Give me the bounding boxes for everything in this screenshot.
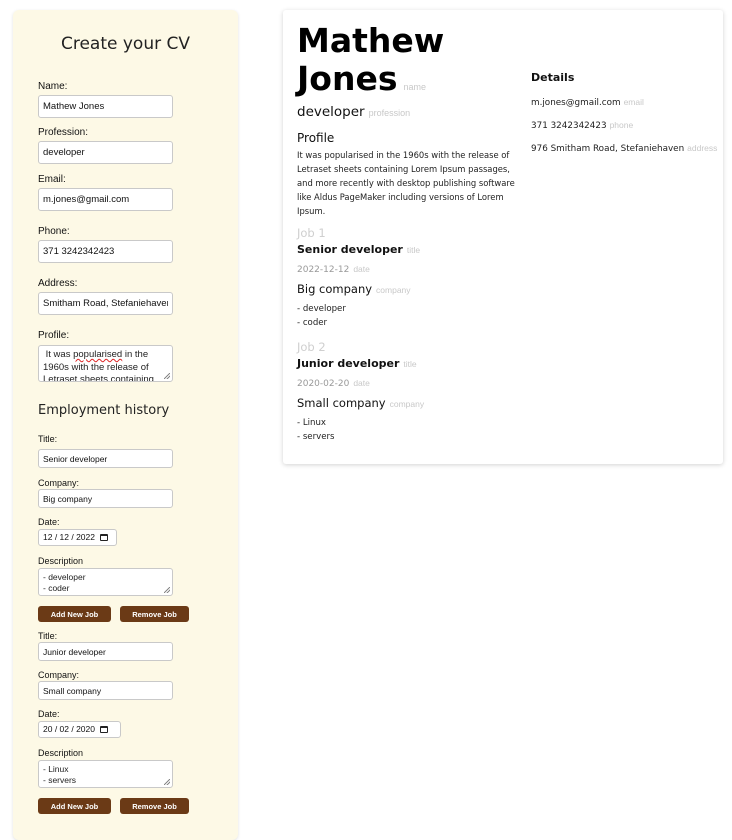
- job2-date-label: Date:: [38, 709, 60, 719]
- name-label: Name:: [38, 81, 68, 92]
- cv-job2-title: Junior developer title: [297, 357, 417, 370]
- job1-company-label: Company:: [38, 478, 80, 488]
- job2-remove-job-button[interactable]: Remove Job: [120, 798, 189, 814]
- cv-address-tag: address: [687, 143, 718, 153]
- cv-job2-company-value: Small company: [297, 396, 386, 410]
- cv-job2-company: Small company company: [297, 396, 424, 410]
- cv-name-last: Jones: [297, 59, 398, 98]
- resize-grip-icon[interactable]: [164, 587, 170, 593]
- name-input[interactable]: [38, 95, 173, 118]
- job1-date-input[interactable]: 12 / 12 / 2022: [38, 529, 117, 546]
- job2-description-textarea[interactable]: - Linux - servers: [38, 760, 173, 788]
- cv-address-value: 976 Smitham Road, Stefaniehaven: [531, 144, 685, 154]
- cv-profession-tag: profession: [368, 108, 411, 118]
- cv-preview: Mathew Jones name developer profession Pro…: [283, 10, 723, 464]
- address-input[interactable]: [38, 292, 173, 315]
- profile-label: Profile:: [38, 330, 70, 341]
- cv-job2-description: - Linux - servers: [297, 418, 335, 442]
- cv-job2-heading: Job 2: [297, 340, 326, 354]
- cv-phone-value: 371 3242342423: [531, 121, 607, 131]
- profession-label: Profession:: [38, 127, 89, 138]
- profile-textarea[interactable]: It was popularised in the 1960s with the…: [38, 345, 173, 382]
- profession-input[interactable]: [38, 141, 173, 164]
- job1-description-label: Description: [38, 556, 84, 566]
- job1-description-textarea[interactable]: - developer - coder: [38, 568, 173, 596]
- cv-phone: 371 3242342423 phone: [531, 120, 633, 131]
- job1-title-label: Title:: [38, 434, 58, 444]
- job1-title-input[interactable]: [38, 449, 173, 468]
- calendar-icon[interactable]: [100, 534, 108, 541]
- job2-add-new-job-button[interactable]: Add New Job: [38, 798, 111, 814]
- email-label: Email:: [38, 174, 66, 185]
- cv-profile-text: It was popularised in the 1960s with the…: [297, 150, 515, 216]
- profile-text-misspelled: popularised: [73, 349, 123, 360]
- cv-phone-tag: phone: [609, 120, 634, 130]
- cv-profession-value: developer: [297, 104, 365, 120]
- job1-description-text: - developer - coder: [43, 572, 86, 593]
- resize-grip-icon[interactable]: [164, 373, 170, 379]
- form-title: Create your CV: [60, 34, 191, 54]
- job1-add-new-job-button[interactable]: Add New Job: [38, 606, 111, 622]
- cv-job1-title-tag: title: [406, 245, 421, 255]
- cv-email: m.jones@gmail.com email: [531, 97, 644, 108]
- profile-text-pre: It was: [43, 349, 74, 360]
- cv-profile-heading: Profile: [297, 131, 335, 145]
- cv-job2-date: 2020-02-20 date: [297, 378, 370, 389]
- calendar-icon[interactable]: [100, 726, 108, 733]
- cv-job1-company-tag: company: [376, 285, 411, 295]
- cv-job1-title: Senior developer title: [297, 243, 420, 256]
- cv-name-first: Mathew: [297, 21, 445, 60]
- cv-address: 976 Smitham Road, Stefaniehaven address: [531, 143, 717, 154]
- resize-grip-icon[interactable]: [164, 779, 170, 785]
- cv-job2-title-tag: title: [403, 359, 417, 369]
- cv-name: Mathew Jones name: [297, 22, 517, 106]
- cv-details-heading: Details: [531, 71, 575, 84]
- phone-label: Phone:: [38, 226, 70, 237]
- job1-company-input[interactable]: [38, 489, 173, 508]
- job2-date-input[interactable]: 20 / 02 / 2020: [38, 721, 121, 738]
- cv-job1-company-value: Big company: [297, 282, 373, 296]
- cv-job1-description: - developer - coder: [297, 304, 346, 328]
- job2-description-label: Description: [38, 748, 84, 758]
- job2-date-value: 20 / 02 / 2020: [43, 724, 95, 734]
- cv-job2-company-tag: company: [389, 399, 425, 409]
- job2-company-input[interactable]: [38, 681, 173, 700]
- job2-title-input[interactable]: [38, 642, 173, 661]
- job1-date-value: 12 / 12 / 2022: [43, 532, 95, 542]
- cv-email-tag: email: [623, 97, 644, 107]
- cv-profession: developer profession: [297, 104, 410, 120]
- cv-job1-date: 2022-12-12 date: [297, 264, 370, 275]
- cv-job1-company: Big company company: [297, 282, 411, 296]
- cv-job1-date-tag: date: [353, 264, 370, 274]
- cv-job2-date-value: 2020-02-20: [297, 379, 350, 389]
- job2-description-text: - Linux - servers: [43, 764, 77, 785]
- cv-email-value: m.jones@gmail.com: [531, 98, 621, 108]
- cv-job2-date-tag: date: [353, 378, 370, 388]
- cv-job2-title-value: Junior developer: [297, 357, 400, 370]
- phone-input[interactable]: [38, 240, 173, 263]
- employment-history-title: Employment history: [38, 403, 170, 418]
- cv-job1-date-value: 2022-12-12: [297, 265, 350, 275]
- cv-form-panel: Create your CV Name: Profession: Email: …: [13, 10, 238, 840]
- email-input[interactable]: [38, 188, 173, 211]
- job1-remove-job-button[interactable]: Remove Job: [120, 606, 189, 622]
- cv-name-tag: name: [403, 82, 426, 92]
- cv-job1-title-value: Senior developer: [297, 243, 403, 256]
- address-label: Address:: [38, 278, 78, 289]
- cv-job1-heading: Job 1: [297, 226, 326, 240]
- job1-date-label: Date:: [38, 517, 60, 527]
- job2-company-label: Company:: [38, 670, 80, 680]
- job2-title-label: Title:: [38, 631, 58, 641]
